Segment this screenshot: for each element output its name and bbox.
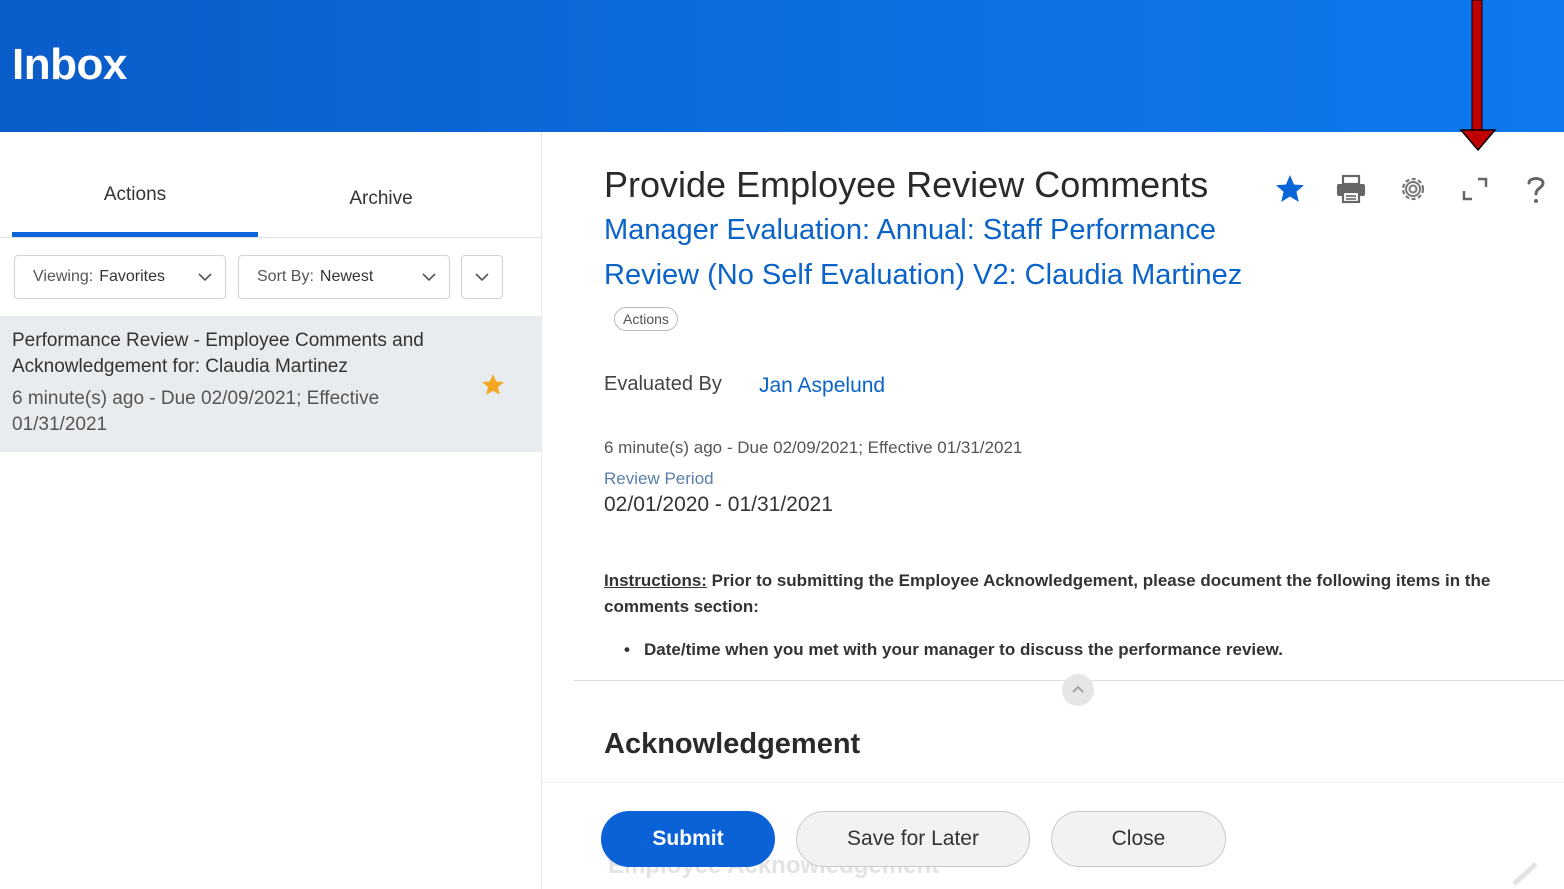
inbox-tabs: Actions Archive — [0, 162, 542, 238]
expand-icon[interactable] — [1458, 172, 1492, 206]
chevron-down-icon — [198, 273, 212, 282]
chevron-down-icon — [422, 273, 436, 282]
subtitle-text[interactable]: Manager Evaluation: Annual: Staff Perfor… — [604, 214, 1242, 291]
actions-pill-button[interactable]: Actions — [614, 307, 678, 332]
section-heading: Acknowledgement — [604, 728, 861, 760]
instructions-label: Instructions: — [604, 571, 707, 590]
active-tab-indicator — [12, 232, 258, 237]
close-button[interactable]: Close — [1051, 811, 1226, 867]
print-icon[interactable] — [1334, 172, 1368, 206]
detail-subtitle-link[interactable]: Manager Evaluation: Annual: Staff Perfor… — [604, 208, 1244, 343]
viewing-label: Viewing: — [33, 268, 94, 285]
sort-label: Sort By: — [257, 268, 314, 285]
instructions-bullet: Date/time when you met with your manager… — [624, 640, 1283, 660]
pencil-icon — [1512, 862, 1538, 886]
tab-archive[interactable]: Archive — [258, 188, 504, 210]
detail-title: Provide Employee Review Comments — [604, 164, 1209, 205]
sort-value: Newest — [319, 268, 374, 285]
save-for-later-button[interactable]: Save for Later — [796, 811, 1030, 867]
tab-actions[interactable]: Actions — [12, 184, 258, 206]
more-filters-button[interactable] — [461, 255, 503, 299]
review-period-label: Review Period — [604, 469, 714, 488]
review-period-value: 02/01/2020 - 01/31/2021 — [604, 493, 833, 516]
inbox-list-pane: Actions Archive Viewing: Favorites Sort … — [0, 132, 542, 889]
help-icon[interactable] — [1519, 172, 1553, 206]
chevron-up-icon — [1072, 685, 1084, 693]
annotation-arrow-icon — [1459, 0, 1497, 152]
star-icon[interactable] — [1273, 172, 1307, 206]
instructions-body: Prior to submitting the Employee Acknowl… — [604, 571, 1491, 616]
evaluated-by-link[interactable]: Jan Aspelund — [759, 374, 885, 398]
detail-meta: 6 minute(s) ago - Due 02/09/2021; Effect… — [604, 438, 1023, 457]
gear-icon[interactable] — [1396, 172, 1430, 206]
viewing-value: Favorites — [99, 268, 165, 285]
list-item-meta: 6 minute(s) ago - Due 02/09/2021; Effect… — [12, 388, 380, 435]
list-item-title: Performance Review - Employee Comments a… — [12, 330, 424, 377]
collapse-button[interactable] — [1062, 674, 1094, 706]
chevron-down-icon — [475, 273, 489, 282]
inbox-list-item[interactable]: Performance Review - Employee Comments a… — [0, 316, 542, 452]
app-header: Inbox — [0, 0, 1564, 132]
evaluated-by-label: Evaluated By — [604, 373, 722, 395]
favorite-star-icon[interactable] — [480, 372, 506, 398]
sort-dropdown[interactable]: Sort By: Newest — [238, 255, 450, 299]
submit-button[interactable]: Submit — [601, 811, 775, 867]
viewing-dropdown[interactable]: Viewing: Favorites — [14, 255, 226, 299]
instructions-text: Instructions: Prior to submitting the Em… — [604, 568, 1534, 620]
page-title: Inbox — [12, 40, 127, 89]
